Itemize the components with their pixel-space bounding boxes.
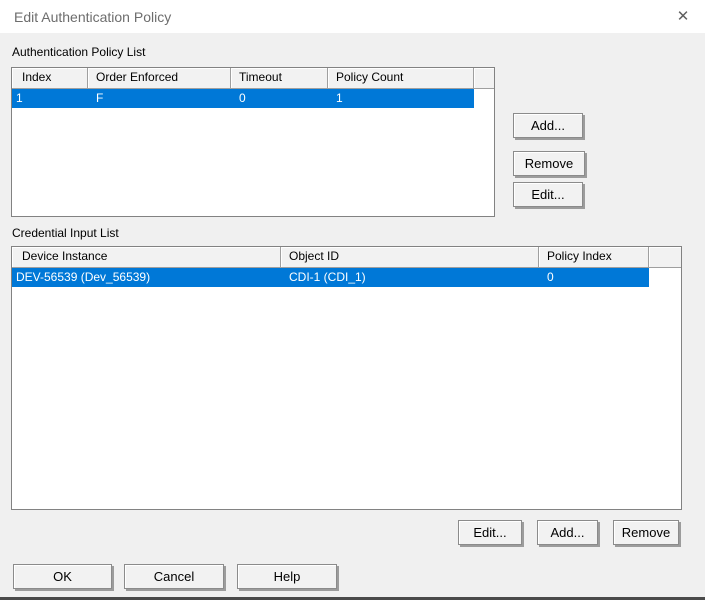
credential-list-table[interactable]: Device Instance Object ID Policy Index D… (11, 246, 682, 510)
policy-list-label: Authentication Policy List (12, 45, 145, 59)
help-button[interactable]: Help (237, 564, 337, 589)
cell-object-id: CDI-1 (CDI_1) (281, 268, 539, 287)
column-header-policy-index[interactable]: Policy Index (539, 247, 649, 268)
credential-table-row[interactable]: DEV-56539 (Dev_56539) CDI-1 (CDI_1) 0 (12, 268, 649, 287)
cell-timeout: 0 (231, 89, 328, 108)
column-header-order-enforced[interactable]: Order Enforced (88, 68, 231, 89)
credential-add-button[interactable]: Add... (537, 520, 598, 545)
cell-policy-index: 0 (539, 268, 649, 287)
column-header-device-instance[interactable]: Device Instance (12, 247, 281, 268)
policy-edit-button[interactable]: Edit... (513, 182, 583, 207)
policy-table-row[interactable]: 1 F 0 1 (12, 89, 474, 108)
cell-index: 1 (12, 89, 88, 108)
policy-list-table[interactable]: Index Order Enforced Timeout Policy Coun… (11, 67, 495, 217)
dialog-title: Edit Authentication Policy (14, 9, 171, 25)
policy-add-button[interactable]: Add... (513, 113, 583, 138)
credential-edit-button[interactable]: Edit... (458, 520, 522, 545)
column-header-policy-count[interactable]: Policy Count (328, 68, 474, 89)
policy-list-header: Index Order Enforced Timeout Policy Coun… (12, 68, 494, 89)
title-bar: Edit Authentication Policy ✕ (0, 0, 705, 33)
column-header-timeout[interactable]: Timeout (231, 68, 328, 89)
policy-remove-button[interactable]: Remove (513, 151, 585, 176)
ok-button[interactable]: OK (13, 564, 112, 589)
cell-order-enforced: F (88, 89, 231, 108)
column-header-filler (649, 247, 681, 268)
cell-device-instance: DEV-56539 (Dev_56539) (12, 268, 281, 287)
credential-list-label: Credential Input List (12, 226, 119, 240)
column-header-filler (474, 68, 494, 89)
column-header-index[interactable]: Index (12, 68, 88, 89)
credential-list-header: Device Instance Object ID Policy Index (12, 247, 681, 268)
cell-policy-count: 1 (328, 89, 474, 108)
column-header-object-id[interactable]: Object ID (281, 247, 539, 268)
credential-remove-button[interactable]: Remove (613, 520, 679, 545)
close-icon[interactable]: ✕ (672, 6, 694, 28)
cancel-button[interactable]: Cancel (124, 564, 224, 589)
